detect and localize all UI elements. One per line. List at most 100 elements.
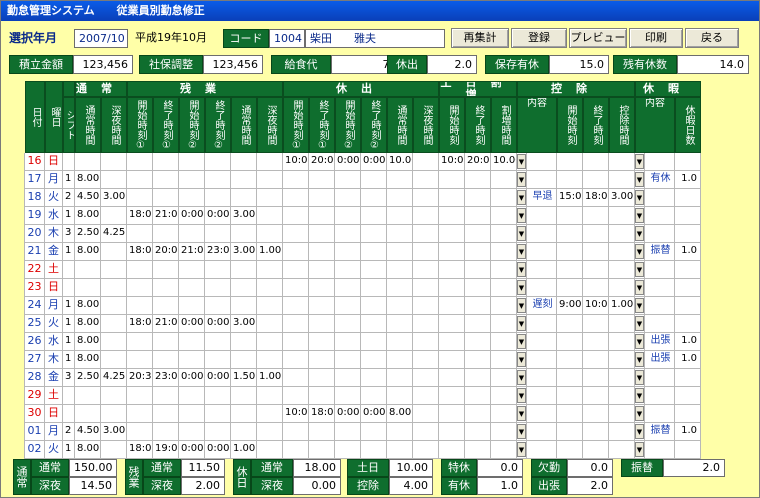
- row-7-w-e[interactable]: [465, 279, 491, 297]
- row-9-l-c[interactable]: [645, 315, 675, 333]
- row-12-l-c[interactable]: [645, 369, 675, 387]
- row-6-h-e2[interactable]: [361, 261, 387, 279]
- row-11-h-norm[interactable]: [387, 351, 413, 369]
- year-month-field[interactable]: 2007/10: [74, 29, 128, 48]
- row-15-o-s2[interactable]: [179, 423, 205, 441]
- dropdown-arrow-icon[interactable]: ▼: [517, 406, 526, 421]
- row-6-h-e1[interactable]: [309, 261, 335, 279]
- row-8-h-e2[interactable]: [361, 297, 387, 315]
- row-15-h-s2[interactable]: [335, 423, 361, 441]
- row-7-o-late[interactable]: [257, 279, 283, 297]
- row-4-l-c[interactable]: [645, 225, 675, 243]
- row-2-l-c[interactable]: [645, 189, 675, 207]
- row-15-n-late[interactable]: 3.00: [101, 423, 127, 441]
- row-8-h-s2[interactable]: [335, 297, 361, 315]
- row-9-h-e2[interactable]: [361, 315, 387, 333]
- row-4-w-s[interactable]: [439, 225, 465, 243]
- row-15-h-s1[interactable]: [283, 423, 309, 441]
- row-9-d-c[interactable]: [527, 315, 557, 333]
- row-14-w-s[interactable]: [439, 405, 465, 423]
- row-2-d-h[interactable]: 3.00: [609, 189, 635, 207]
- row-11-d-s[interactable]: [557, 351, 583, 369]
- row-1-n-norm[interactable]: 8.00: [75, 171, 101, 189]
- row-12-w-e[interactable]: [465, 369, 491, 387]
- row-14-o-s1[interactable]: [127, 405, 153, 423]
- dropdown-arrow-icon[interactable]: ▼: [517, 280, 526, 295]
- row-12-o-e2[interactable]: 0:00: [205, 369, 231, 387]
- row-13-h-e2[interactable]: [361, 387, 387, 405]
- row-0-d-c[interactable]: [527, 153, 557, 171]
- row-2-d-e[interactable]: 18:00: [583, 189, 609, 207]
- row-8-n-norm[interactable]: 8.00: [75, 297, 101, 315]
- row-2-h-s2[interactable]: [335, 189, 361, 207]
- row-13-h-norm[interactable]: [387, 387, 413, 405]
- row-7-h-e2[interactable]: [361, 279, 387, 297]
- row-1-o-late[interactable]: [257, 171, 283, 189]
- row-6-d-s[interactable]: [557, 261, 583, 279]
- row-13-d-h[interactable]: [609, 387, 635, 405]
- row-2-h-e2[interactable]: [361, 189, 387, 207]
- row-1-d-e[interactable]: [583, 171, 609, 189]
- row-14-o-norm[interactable]: [231, 405, 257, 423]
- dropdown-arrow-icon[interactable]: ▼: [635, 298, 644, 313]
- row-4-d-s[interactable]: [557, 225, 583, 243]
- row-5-h-s1[interactable]: [283, 243, 309, 261]
- row-8-h-e1[interactable]: [309, 297, 335, 315]
- row-9-o-e1[interactable]: 21:00: [153, 315, 179, 333]
- row-1-o-e2[interactable]: [205, 171, 231, 189]
- row-12-l-d[interactable]: [675, 369, 701, 387]
- row-2-o-s1[interactable]: [127, 189, 153, 207]
- row-0-h-e2[interactable]: 0:00: [361, 153, 387, 171]
- row-12-n-late[interactable]: 4.25: [101, 369, 127, 387]
- row-5-o-e2[interactable]: 23:00: [205, 243, 231, 261]
- row-16-w-e[interactable]: [465, 441, 491, 459]
- row-10-o-e2[interactable]: [205, 333, 231, 351]
- row-13-d-c[interactable]: [527, 387, 557, 405]
- dropdown-arrow-icon[interactable]: ▼: [635, 154, 644, 169]
- row-8-o-late[interactable]: [257, 297, 283, 315]
- row-1-h-e1[interactable]: [309, 171, 335, 189]
- row-15-n-norm[interactable]: 4.50: [75, 423, 101, 441]
- row-3-w-s[interactable]: [439, 207, 465, 225]
- row-10-o-norm[interactable]: [231, 333, 257, 351]
- row-11-l-d[interactable]: 1.0: [675, 351, 701, 369]
- dropdown-arrow-icon[interactable]: ▼: [517, 190, 526, 205]
- row-0-l-d[interactable]: [675, 153, 701, 171]
- row-8-h-s1[interactable]: [283, 297, 309, 315]
- row-13-o-s2[interactable]: [179, 387, 205, 405]
- row-14-h-norm[interactable]: 8.00: [387, 405, 413, 423]
- row-16-w-p[interactable]: [491, 441, 517, 459]
- row-5-h-e1[interactable]: [309, 243, 335, 261]
- row-4-h-e1[interactable]: [309, 225, 335, 243]
- row-14-l-c[interactable]: [645, 405, 675, 423]
- row-5-o-s2[interactable]: 21:00: [179, 243, 205, 261]
- row-11-o-late[interactable]: [257, 351, 283, 369]
- dropdown-arrow-icon[interactable]: ▼: [635, 442, 644, 457]
- row-10-l-d[interactable]: 1.0: [675, 333, 701, 351]
- row-14-shift[interactable]: [63, 405, 75, 423]
- row-6-w-s[interactable]: [439, 261, 465, 279]
- row-10-w-e[interactable]: [465, 333, 491, 351]
- row-11-o-s2[interactable]: [179, 351, 205, 369]
- dropdown-arrow-icon[interactable]: ▼: [635, 280, 644, 295]
- row-8-w-s[interactable]: [439, 297, 465, 315]
- row-13-o-e2[interactable]: [205, 387, 231, 405]
- row-2-w-e[interactable]: [465, 189, 491, 207]
- row-12-w-s[interactable]: [439, 369, 465, 387]
- row-14-d-e[interactable]: [583, 405, 609, 423]
- row-4-h-norm[interactable]: [387, 225, 413, 243]
- row-5-o-e1[interactable]: 20:00: [153, 243, 179, 261]
- row-15-o-norm[interactable]: [231, 423, 257, 441]
- row-13-l-d[interactable]: [675, 387, 701, 405]
- row-15-l-d[interactable]: 1.0: [675, 423, 701, 441]
- row-15-o-e1[interactable]: [153, 423, 179, 441]
- row-7-h-e1[interactable]: [309, 279, 335, 297]
- row-0-h-s2[interactable]: 0:00: [335, 153, 361, 171]
- row-11-o-e2[interactable]: [205, 351, 231, 369]
- row-3-shift[interactable]: 1: [63, 207, 75, 225]
- row-14-w-p[interactable]: [491, 405, 517, 423]
- row-11-shift[interactable]: 1: [63, 351, 75, 369]
- row-11-w-e[interactable]: [465, 351, 491, 369]
- row-9-d-e[interactable]: [583, 315, 609, 333]
- row-14-d-c[interactable]: [527, 405, 557, 423]
